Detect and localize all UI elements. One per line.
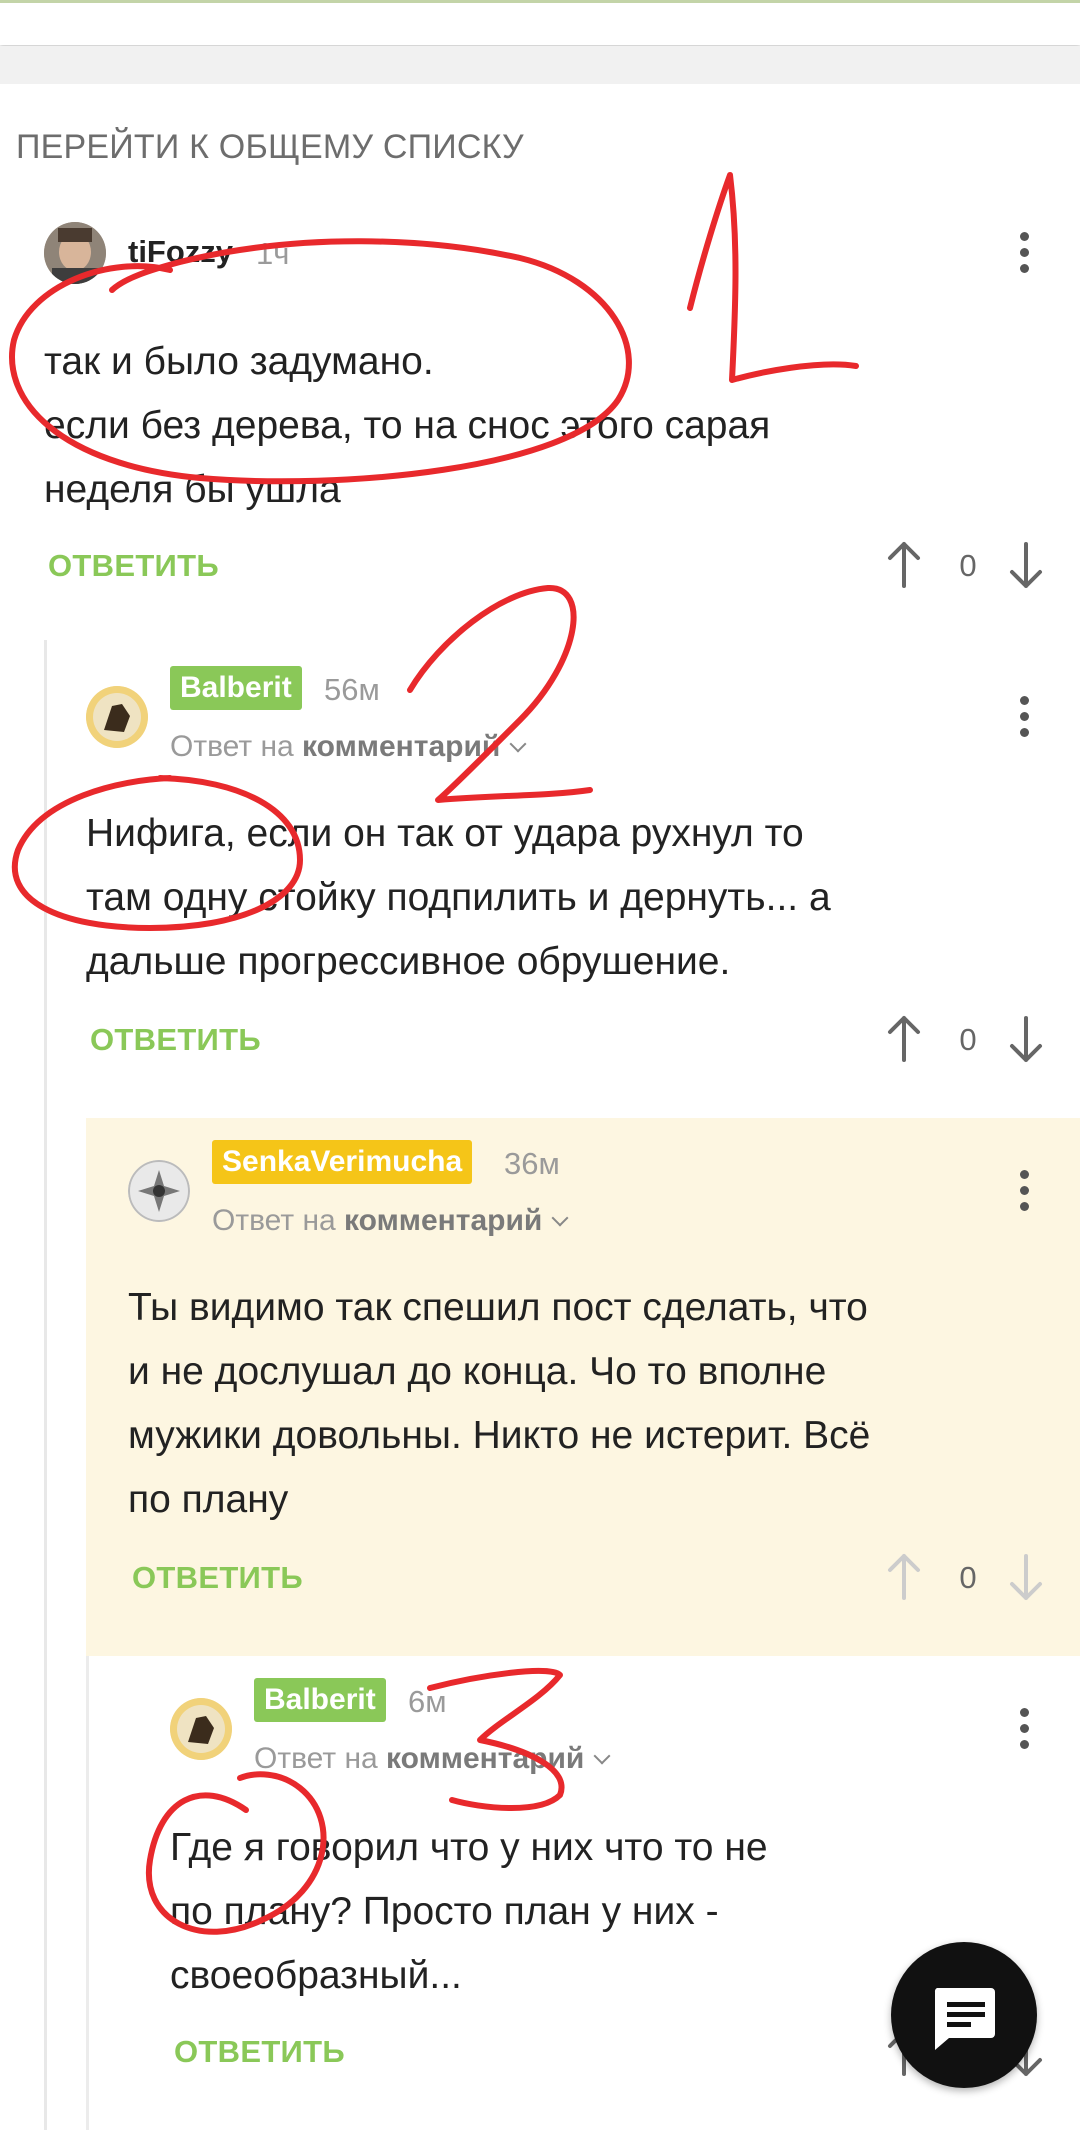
more-options-icon[interactable]	[1014, 1170, 1034, 1218]
comment-line: дальше прогрессивное обрушение.	[86, 940, 731, 983]
comment-time: 6м	[408, 1684, 447, 1719]
more-options-icon[interactable]	[1014, 1708, 1034, 1756]
comment-text: так и было задумано. если без дерева, то…	[44, 330, 770, 522]
chevron-down-icon[interactable]	[593, 1747, 611, 1765]
top-app-bar	[0, 0, 1080, 45]
avatar[interactable]	[86, 686, 148, 748]
chevron-down-icon[interactable]	[509, 735, 527, 753]
comment-line: Где я говорил что у них что то не	[170, 1826, 768, 1869]
username-badge[interactable]: Balberit	[254, 1678, 386, 1722]
vote-count: 0	[959, 1022, 977, 1057]
comment-time: 36м	[504, 1146, 560, 1181]
avatar-emblem-icon	[128, 1160, 190, 1222]
arrow-up-icon[interactable]	[884, 540, 924, 590]
vote-count: 0	[959, 548, 977, 583]
reply-button[interactable]: ОТВЕТИТЬ	[90, 1022, 261, 1058]
comment-line: мужики довольны. Никто не истерит. Всё	[128, 1414, 871, 1457]
username-badge[interactable]: SenkaVerimucha	[212, 1140, 473, 1184]
arrow-up-icon[interactable]	[884, 1552, 924, 1602]
comment-line: Ты видимо так спешил пост сделать, что	[128, 1286, 868, 1329]
reply-button[interactable]: ОТВЕТИТЬ	[48, 548, 219, 584]
comment-line: неделя бы ушла	[44, 468, 341, 511]
chat-compose-icon	[934, 1988, 995, 2050]
reply-to-target[interactable]: комментарий	[344, 1204, 542, 1237]
arrow-down-icon[interactable]	[1006, 1552, 1046, 1602]
reply-to-link[interactable]: Ответ на комментарий	[212, 1204, 569, 1238]
comment-line: по плану	[128, 1478, 289, 1521]
reply-to-prefix: Ответ на	[212, 1204, 336, 1237]
comment-text: Нифига, если он так от удара рухнул то т…	[86, 802, 831, 994]
comment-text: Ты видимо так спешил пост сделать, что и…	[128, 1276, 870, 1532]
comment-text: Где я говорил что у них что то не по пла…	[170, 1816, 768, 2008]
avatar[interactable]	[44, 222, 106, 284]
avatar[interactable]	[170, 1698, 232, 1760]
reply-button[interactable]: ОТВЕТИТЬ	[174, 2034, 345, 2070]
comment-line: так и было задумано.	[44, 340, 434, 383]
reply-to-link[interactable]: Ответ на комментарий	[254, 1742, 611, 1776]
arrow-up-icon[interactable]	[884, 1014, 924, 1064]
avatar-photo-icon	[44, 222, 106, 284]
reply-to-prefix: Ответ на	[254, 1742, 378, 1775]
compose-comment-button[interactable]	[891, 1942, 1037, 2088]
comment-line: там одну стойку подпилить и дернуть... а	[86, 876, 831, 919]
annotation-numeral-3	[427, 1667, 565, 1811]
thread-line-level1	[44, 640, 47, 2130]
comment-line: и не дослушал до конца. Чо то вполне	[128, 1350, 827, 1393]
comment-time: 56м	[324, 672, 380, 707]
more-options-icon[interactable]	[1014, 232, 1034, 280]
reply-to-link[interactable]: Ответ на комментарий	[170, 730, 527, 764]
more-options-icon[interactable]	[1014, 696, 1034, 744]
arrow-down-icon[interactable]	[1006, 1014, 1046, 1064]
comment-time: 1ч	[256, 236, 290, 271]
arrow-down-icon[interactable]	[1006, 540, 1046, 590]
goto-list-link[interactable]: ПЕРЕЙТИ К ОБЩЕМУ СПИСКУ	[16, 128, 524, 167]
reply-to-prefix: Ответ на	[170, 730, 294, 763]
avatar-emblem-icon	[86, 686, 148, 748]
username-badge[interactable]: Balberit	[170, 666, 302, 710]
annotation-numeral-2	[407, 584, 593, 803]
red-annotation-overlay	[9, 172, 859, 1935]
reply-to-target[interactable]: комментарий	[386, 1742, 584, 1775]
reply-button[interactable]: ОТВЕТИТЬ	[132, 1560, 303, 1596]
avatar-emblem-icon	[170, 1698, 232, 1760]
avatar[interactable]	[128, 1160, 190, 1222]
comment-line: по плану? Просто план у них -	[170, 1890, 719, 1933]
section-divider	[0, 46, 1080, 84]
comment-line: Нифига, если он так от удара рухнул то	[86, 812, 804, 855]
username[interactable]: tiFozzy	[128, 234, 233, 270]
reply-to-target[interactable]: комментарий	[302, 730, 500, 763]
comment-line: своеобразный...	[170, 1954, 462, 1997]
chevron-down-icon[interactable]	[551, 1209, 569, 1227]
comment-line: если без дерева, то на снос этого сарая	[44, 404, 771, 447]
vote-count: 0	[959, 1560, 977, 1595]
